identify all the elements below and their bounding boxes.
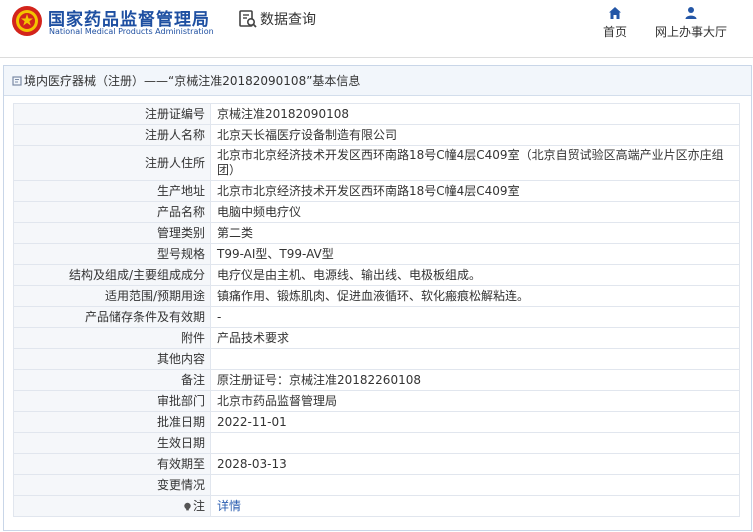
table-row: 审批部门 北京市药品监督管理局 [13,390,740,412]
table-row: 适用范围/预期用途 镇痛作用、锻炼肌肉、促进血液循环、软化瘢痕松解粘连。 [13,285,740,307]
field-value: 2022-11-01 [210,411,740,433]
site-brand-en[interactable]: National Medical Products Administration [49,27,214,36]
table-row: 附件 产品技术要求 [13,327,740,349]
field-label: 有效期至 [13,453,211,475]
field-value: 镇痛作用、锻炼肌肉、促进血液循环、软化瘢痕松解粘连。 [210,285,740,307]
field-value: - [210,306,740,328]
field-label: 注册人住所 [13,145,211,181]
national-emblem-icon [12,6,42,36]
user-icon [685,7,697,19]
document-icon [12,75,22,86]
panel-title: 境内医疗器械（注册）——“京械注准20182090108”基本信息 [24,74,361,88]
field-value: 北京市北京经济技术开发区西环南路18号C幢4层C409室（北京自贸试验区高端产业… [210,145,740,181]
nav-online-office-label: 网上办事大厅 [654,25,727,39]
field-value [210,348,740,370]
panel-title-bar: 境内医疗器械（注册）——“京械注准20182090108”基本信息 [4,66,751,96]
field-label: 适用范围/预期用途 [13,285,211,307]
details-cell: 详情 [210,495,740,517]
field-label: 其他内容 [13,348,211,370]
detail-panel: 境内医疗器械（注册）——“京械注准20182090108”基本信息 注册证编号 … [3,65,752,531]
detail-table: 注册证编号 京械注准20182090108 注册人名称 北京天长福医疗设备制造有… [13,103,740,517]
field-value: 2028-03-13 [210,453,740,475]
table-row: 注册人住所 北京市北京经济技术开发区西环南路18号C幢4层C409室（北京自贸试… [13,145,740,181]
table-row: 注 详情 [13,495,740,517]
table-row: 产品储存条件及有效期 - [13,306,740,328]
table-row: 生效日期 [13,432,740,454]
field-value: 北京市药品监督管理局 [210,390,740,412]
table-row: 型号规格 T99-AI型、T99-AV型 [13,243,740,265]
field-value [210,474,740,496]
field-value [210,432,740,454]
field-value: 原注册证号：京械注准20182260108 [210,369,740,391]
field-label: 生产地址 [13,180,211,202]
field-label: 结构及组成/主要组成成分 [13,264,211,286]
nav-home[interactable]: 首页 [597,6,633,40]
field-value: T99-AI型、T99-AV型 [210,243,740,265]
field-label: 型号规格 [13,243,211,265]
field-value: 北京市北京经济技术开发区西环南路18号C幢4层C409室 [210,180,740,202]
field-label: 产品名称 [13,201,211,223]
table-row: 有效期至 2028-03-13 [13,453,740,475]
data-query-link[interactable]: 数据查询 [238,9,316,29]
bulb-icon [184,502,191,510]
field-label: 附件 [13,327,211,349]
table-row: 注册证编号 京械注准20182090108 [13,103,740,125]
field-label: 管理类别 [13,222,211,244]
field-label: 批准日期 [13,411,211,433]
field-label: 注 [192,498,205,513]
field-label: 生效日期 [13,432,211,454]
field-value: 电疗仪是由主机、电源线、输出线、电极板组成。 [210,264,740,286]
field-label: 备注 [13,369,211,391]
table-row: 结构及组成/主要组成成分 电疗仪是由主机、电源线、输出线、电极板组成。 [13,264,740,286]
field-label: 注册证编号 [13,103,211,125]
nav-home-label: 首页 [602,25,627,39]
table-row: 生产地址 北京市北京经济技术开发区西环南路18号C幢4层C409室 [13,180,740,202]
note-label-cell: 注 [13,495,211,517]
document-search-icon [239,10,257,28]
table-row: 注册人名称 北京天长福医疗设备制造有限公司 [13,124,740,146]
field-label: 产品储存条件及有效期 [13,306,211,328]
field-value: 产品技术要求 [210,327,740,349]
nav-online-office[interactable]: 网上办事大厅 [650,6,732,40]
details-link[interactable]: 详情 [217,499,241,513]
table-row: 产品名称 电脑中频电疗仪 [13,201,740,223]
table-row: 管理类别 第二类 [13,222,740,244]
table-row: 其他内容 [13,348,740,370]
header-divider [0,57,753,58]
home-icon [609,7,621,19]
table-row: 变更情况 [13,474,740,496]
field-label: 注册人名称 [13,124,211,146]
field-value: 京械注准20182090108 [210,103,740,125]
field-label: 变更情况 [13,474,211,496]
field-value: 电脑中频电疗仪 [210,201,740,223]
data-query-label: 数据查询 [260,12,316,28]
field-label: 审批部门 [13,390,211,412]
site-header: 国家药品监督管理局 National Medical Products Admi… [0,0,753,60]
table-row: 备注 原注册证号：京械注准20182260108 [13,369,740,391]
field-value: 第二类 [210,222,740,244]
field-value: 北京天长福医疗设备制造有限公司 [210,124,740,146]
table-row: 批准日期 2022-11-01 [13,411,740,433]
